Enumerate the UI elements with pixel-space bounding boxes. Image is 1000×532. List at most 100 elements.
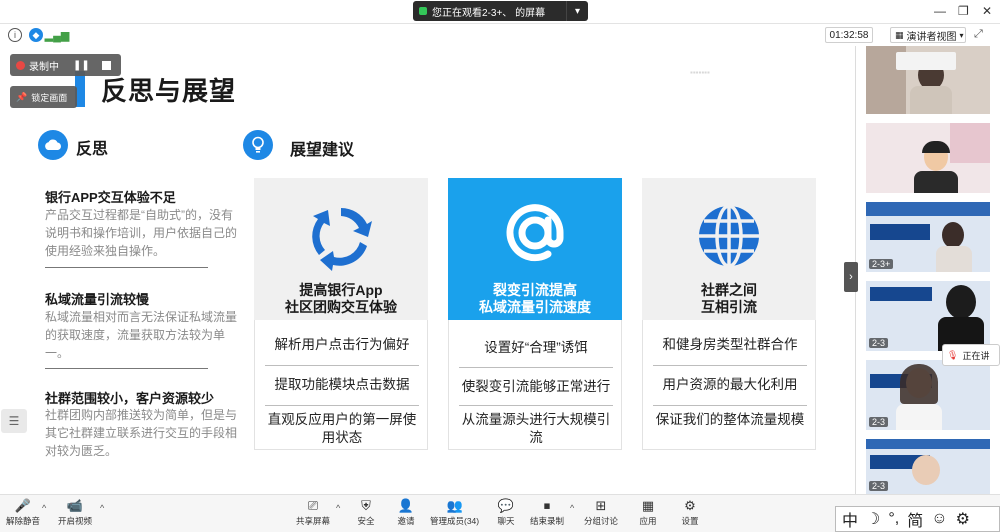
card-2-item-2: 使裂变引流能够正常进行 xyxy=(461,379,611,394)
ime-chinese-mode[interactable]: 中 xyxy=(842,507,858,531)
participant-name: 2-3+ xyxy=(869,259,894,269)
chevron-up-icon[interactable]: ^ xyxy=(336,503,340,513)
moon-icon[interactable]: ☽ xyxy=(866,509,880,529)
apps-button[interactable]: ▦ 应用 xyxy=(638,497,658,527)
recording-pill[interactable]: 录制中 ❚❚ xyxy=(10,54,121,76)
security-label: 安全 xyxy=(357,516,375,526)
chevron-up-icon[interactable]: ^ xyxy=(570,503,574,513)
start-video-button[interactable]: 📹 开启视频 xyxy=(58,497,92,527)
share-status-pill[interactable]: 您正在观看2-3+、 的屏幕 ▾ xyxy=(413,1,588,21)
participants-label: 管理成员(34) xyxy=(430,516,480,526)
divider xyxy=(459,405,613,406)
participant-body xyxy=(910,86,952,114)
end-recording-button[interactable]: ⏹ 结束录制 xyxy=(530,497,564,527)
video-tile[interactable]: 2-3 xyxy=(866,281,990,351)
share-screen-button[interactable]: ⎚ 共享屏幕 xyxy=(296,497,330,527)
card-2-title-line2: 私域流量引流速度 xyxy=(479,299,591,315)
restore-icon[interactable]: ❐ xyxy=(958,4,969,18)
fullscreen-icon[interactable]: ⤢ xyxy=(974,28,988,42)
card-2-item-1: 设置好“合理”诱饵 xyxy=(484,340,588,355)
settings-label: 设置 xyxy=(681,516,699,526)
speaker-view-button[interactable]: ▦ 演讲者视图 ▾ xyxy=(890,27,966,43)
list-toggle-icon[interactable]: ☰ xyxy=(1,409,27,433)
apps-label: 应用 xyxy=(639,516,657,526)
stop-icon[interactable] xyxy=(101,60,111,70)
invite-label: 邀请 xyxy=(397,516,415,526)
card-1-item-1: 解析用户点击行为偏好 xyxy=(274,337,410,352)
video-tile[interactable]: 2-3 xyxy=(866,439,990,494)
chat-icon: 💬 xyxy=(497,498,515,513)
divider xyxy=(45,368,208,369)
chevron-up-icon[interactable]: ^ xyxy=(100,503,104,513)
info-icon[interactable]: i xyxy=(8,28,22,42)
chevron-down-icon: ▾ xyxy=(959,30,964,40)
end-recording-label: 结束录制 xyxy=(530,516,565,526)
active-speaker-label: 正在讲 xyxy=(962,350,990,361)
punctuation-mode[interactable]: °, xyxy=(888,510,899,528)
divider xyxy=(265,365,419,366)
share-screen-icon: ⎚ xyxy=(307,498,319,513)
unmute-button[interactable]: 🎤 解除静音 xyxy=(6,497,40,527)
chevron-up-icon[interactable]: ^ xyxy=(42,503,46,513)
tile-background xyxy=(866,439,990,449)
outlook-card-1: 提高银行App 社区团购交互体验 xyxy=(254,178,428,320)
outlook-heading: 展望建议 xyxy=(290,142,355,159)
gear-icon[interactable]: ⚙ xyxy=(956,509,970,529)
video-tile[interactable] xyxy=(866,46,990,114)
at-sign-icon xyxy=(502,200,568,271)
card-3-item-1: 和健身房类型社群合作 xyxy=(662,337,798,352)
share-status-text: 您正在观看2-3+、 的屏幕 xyxy=(432,7,546,19)
card-3-title-line2: 互相引流 xyxy=(701,299,757,315)
stop-record-icon: ⏹ xyxy=(543,498,551,513)
ime-toolbar: 中 ☽ °, 简 ☺ ⚙ xyxy=(835,506,1000,532)
lightbulb-icon xyxy=(243,130,273,160)
pause-icon[interactable]: ❚❚ xyxy=(73,60,90,71)
participant-name: 2-3 xyxy=(869,481,889,491)
start-video-label: 开启视频 xyxy=(58,516,93,526)
video-tile[interactable]: 2-3 xyxy=(866,360,990,430)
reflection-1-body: 产品交互过程都是“自助式”的，没有说明书和操作培训，用户依据自己的使用经验来独自… xyxy=(45,208,238,258)
card-2-item-3: 从流量源头进行大规模引流 xyxy=(461,412,611,445)
outlook-card-2: 裂变引流提高 私域流量引流速度 xyxy=(448,178,622,320)
microphone-off-icon: 🎤 xyxy=(14,498,32,513)
reflection-2-head: 私域流量引流较慢 xyxy=(45,292,150,307)
outlook-card-3-list: 和健身房类型社群合作 用户资源的最大化利用 保证我们的整体流量规模 xyxy=(642,320,816,450)
divider xyxy=(265,405,419,406)
card-3-title-line1: 社群之间 xyxy=(701,282,757,298)
reflection-3-body: 社群团购内部推送较为简单，但是与其它社群建立联系进行交互的手段相对较为匮乏。 xyxy=(45,408,238,458)
collapse-panel-button[interactable]: › xyxy=(844,262,858,292)
settings-button[interactable]: ⚙ 设置 xyxy=(680,497,700,527)
participant-name: 2-3 xyxy=(869,417,889,427)
close-icon[interactable]: ✕ xyxy=(982,4,992,18)
recording-label: 录制中 xyxy=(29,61,59,73)
card-3-item-2: 用户资源的最大化利用 xyxy=(662,377,798,392)
shield-icon[interactable]: ◆ xyxy=(29,28,43,42)
ime-simplified-mode[interactable]: 简 xyxy=(907,507,923,531)
share-screen-label: 共享屏幕 xyxy=(296,516,331,526)
speaker-view-label: 演讲者视图 xyxy=(906,31,957,43)
security-button[interactable]: ⛨ 安全 xyxy=(356,497,376,527)
pin-icon: 📌 xyxy=(16,91,28,102)
breakout-button[interactable]: ⊞ 分组讨论 xyxy=(584,497,618,527)
chevron-down-icon[interactable]: ▾ xyxy=(566,1,588,21)
video-tile[interactable]: 2-3+ xyxy=(866,202,990,272)
tile-background xyxy=(950,123,990,163)
microphone-icon: 🎙 xyxy=(947,349,959,360)
chat-button[interactable]: 💬 聊天 xyxy=(496,497,516,527)
shield-icon: ⛨ xyxy=(361,498,371,513)
card-1-item-2: 提取功能模块点击数据 xyxy=(274,377,410,392)
participant-avatar xyxy=(912,455,940,485)
video-tile[interactable] xyxy=(866,123,990,193)
emoji-icon[interactable]: ☺ xyxy=(931,510,947,528)
video-off-icon: 📹 xyxy=(66,498,84,513)
invite-button[interactable]: 👤 邀请 xyxy=(396,497,416,527)
chat-label: 聊天 xyxy=(497,516,515,526)
minimize-icon[interactable]: — xyxy=(934,4,946,18)
cloud-icon xyxy=(38,130,68,160)
card-1-title-line2: 社区团购交互体验 xyxy=(285,299,397,315)
signal-icon[interactable]: ▂▄▆ xyxy=(45,28,70,42)
pin-view-pill[interactable]: 📌 锁定画面 xyxy=(10,86,77,108)
participant-avatar xyxy=(942,222,964,248)
outlook-card-3: 社群之间 互相引流 xyxy=(642,178,816,320)
participants-button[interactable]: 👥 管理成员(34) xyxy=(430,497,479,527)
